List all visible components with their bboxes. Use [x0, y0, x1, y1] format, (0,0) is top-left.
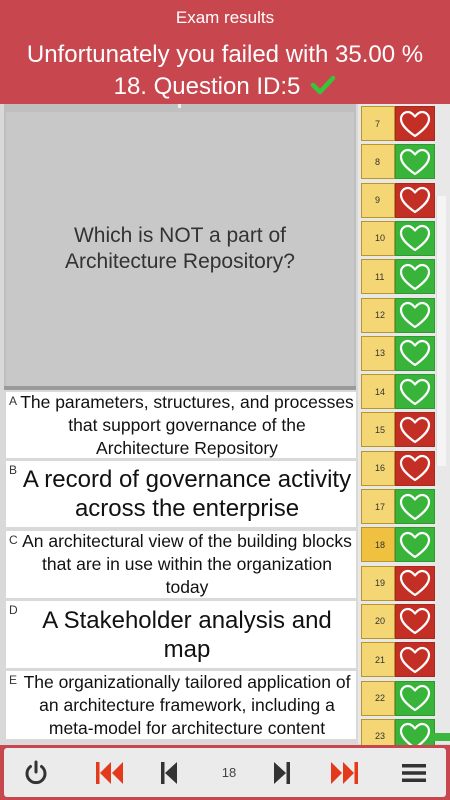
panel-drag-handle[interactable] [178, 104, 181, 108]
question-number: 9 [361, 182, 395, 218]
heart-correct-icon [395, 680, 435, 716]
answer-text: The organizationally tailored applicatio… [23, 671, 351, 738]
heart-correct-icon [395, 489, 435, 524]
heart-wrong-icon [395, 106, 435, 141]
answer-text: A record of governance activity across t… [22, 466, 352, 522]
next-icon [272, 760, 292, 786]
question-number: 12 [361, 297, 395, 333]
question-number: 8 [361, 144, 395, 180]
answer-letter: C [9, 533, 18, 547]
menu-icon [401, 762, 427, 784]
question-list-item[interactable]: 8 [361, 144, 435, 180]
question-list-item[interactable]: 11 [361, 259, 435, 295]
heart-wrong-icon [395, 603, 435, 639]
answer-option-b[interactable]: B A record of governance activity across… [6, 461, 356, 527]
heart-wrong-icon [395, 412, 435, 448]
heart-wrong-icon [395, 642, 435, 678]
question-list-item[interactable]: 21 [361, 642, 435, 678]
skip-to-first-icon [94, 760, 126, 786]
last-question-button[interactable] [324, 748, 364, 797]
heart-wrong-icon [395, 450, 435, 486]
question-number: 13 [361, 335, 395, 371]
question-list-item[interactable]: 14 [361, 374, 435, 410]
page-number: 18 [221, 765, 237, 780]
question-number: 11 [361, 259, 395, 295]
answer-letter: D [9, 603, 18, 617]
check-icon [310, 74, 336, 96]
answer-option-e[interactable]: E The organizationally tailored applicat… [6, 671, 356, 739]
previous-icon [159, 760, 179, 786]
heart-correct-icon [395, 144, 435, 180]
question-number: 17 [361, 489, 395, 524]
heart-wrong-icon [395, 182, 435, 218]
exam-result-status: Unfortunately you failed with 35.00 % [26, 41, 424, 68]
answer-letter: B [9, 463, 18, 477]
question-divider[interactable] [4, 386, 356, 390]
question-number: 18 [361, 527, 395, 563]
list-end-marker [430, 733, 450, 741]
question-list-item[interactable]: 16 [361, 450, 435, 486]
screen-title: Exam results [175, 8, 275, 27]
question-number: 15 [361, 412, 395, 448]
answer-option-a[interactable]: A The parameters, structures, and proces… [6, 392, 356, 458]
question-panel: Which is NOT a part of Architecture Repo… [4, 104, 356, 388]
answer-text-correct: A Stakeholder analysis and map [42, 606, 332, 663]
first-question-button[interactable] [90, 748, 130, 797]
answer-text: An architectural view of the building bl… [22, 531, 352, 597]
question-list-item[interactable]: 20 [361, 603, 435, 639]
answer-option-c[interactable]: C An architectural view of the building … [6, 531, 356, 598]
results-header: Exam results Unfortunately you failed wi… [0, 0, 450, 104]
next-button[interactable] [267, 748, 297, 797]
menu-button[interactable] [396, 748, 432, 797]
question-list-item[interactable]: 18 [361, 527, 435, 563]
navigation-panel: 18 [4, 748, 446, 797]
power-icon [22, 759, 50, 787]
answer-text: The parameters, structures, and processe… [20, 391, 354, 458]
question-list-item[interactable]: 22 [361, 680, 435, 716]
question-list-scrollbar[interactable] [436, 196, 446, 466]
question-number: 7 [361, 106, 395, 141]
question-number: 20 [361, 603, 395, 639]
question-list-item[interactable]: 12 [361, 297, 435, 333]
question-list-item[interactable]: 9 [361, 182, 435, 218]
navigation-bar: 18 [0, 745, 450, 800]
question-list-item[interactable]: 17 [361, 489, 435, 524]
heart-correct-icon [395, 335, 435, 371]
question-list-item[interactable]: 15 [361, 412, 435, 448]
exam-results-screen: Exam results Unfortunately you failed wi… [0, 0, 450, 800]
question-list-item[interactable]: 10 [361, 220, 435, 256]
question-heading: 18. Question ID:5 [0, 73, 450, 101]
question-number: 14 [361, 374, 395, 410]
question-number: 16 [361, 450, 395, 486]
answer-option-d[interactable]: D A Stakeholder analysis and map [6, 601, 356, 668]
answer-letter: A [9, 394, 18, 408]
answer-letter: E [9, 673, 18, 687]
heart-correct-icon [395, 374, 435, 410]
question-list-item[interactable]: 7 [361, 106, 435, 141]
heart-correct-icon [395, 220, 435, 256]
question-number: 19 [361, 565, 395, 601]
question-list-item[interactable]: 19 [361, 565, 435, 601]
heart-correct-icon [395, 297, 435, 333]
heart-correct-icon [395, 259, 435, 295]
question-number: 22 [361, 680, 395, 716]
question-number: 10 [361, 220, 395, 256]
question-list-item[interactable]: 13 [361, 335, 435, 371]
power-button[interactable] [18, 748, 54, 797]
heart-correct-icon [395, 527, 435, 563]
question-number: 21 [361, 642, 395, 678]
question-heading-label: 18. Question ID:5 [113, 73, 301, 100]
question-text: Which is NOT a part of Architecture Repo… [65, 224, 295, 273]
previous-button[interactable] [154, 748, 184, 797]
skip-to-last-icon [328, 760, 360, 786]
question-box: Which is NOT a part of Architecture Repo… [6, 112, 354, 386]
heart-wrong-icon [395, 565, 435, 601]
